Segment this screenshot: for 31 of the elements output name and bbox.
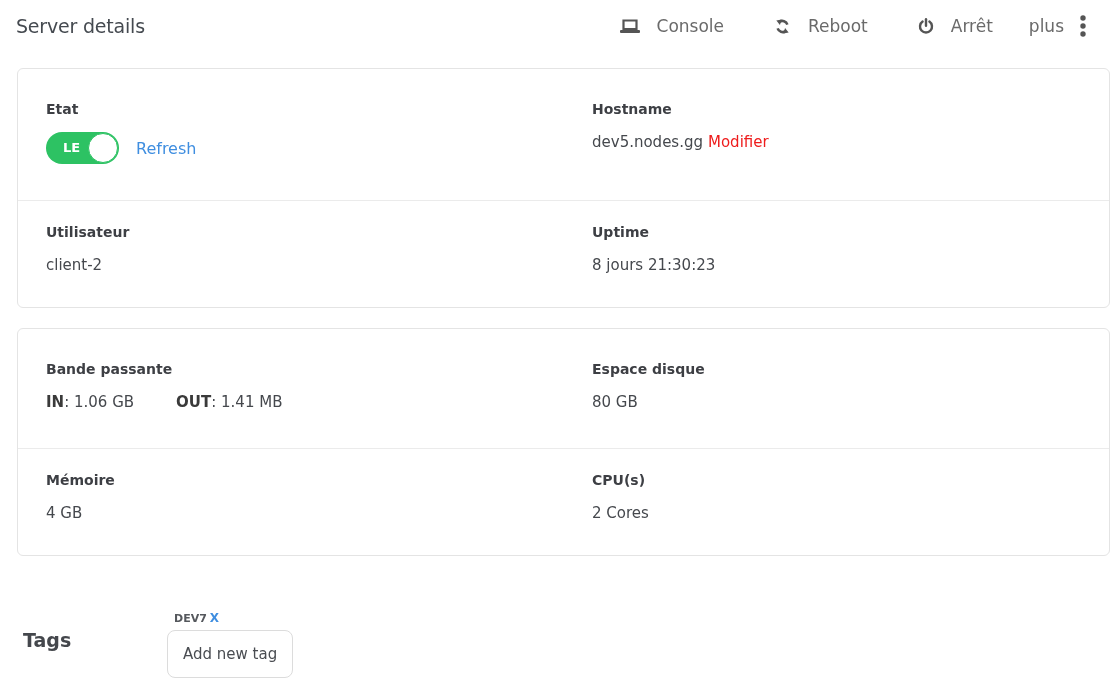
page-title: Server details [16, 15, 145, 37]
more-button[interactable]: plus [1028, 15, 1086, 37]
reboot-button[interactable]: Reboot [774, 15, 868, 37]
laptop-icon [619, 19, 640, 33]
refresh-link[interactable]: Refresh [136, 138, 197, 158]
remove-tag-button[interactable]: X [209, 611, 220, 625]
tags-heading: Tags [23, 628, 72, 651]
hostname-value: dev5.nodes.gg [592, 133, 703, 152]
field-value: 80 GB [592, 393, 638, 412]
field-label: Hostname [592, 101, 672, 118]
field-label: Espace disque [592, 361, 705, 378]
field-value: 4 GB [46, 504, 83, 523]
add-tag-button[interactable]: Add new tag [167, 630, 294, 678]
field-label: Mémoire [46, 472, 115, 489]
power-icon [917, 18, 934, 34]
field-label: Etat [46, 101, 79, 118]
field-label: Bande passante [46, 361, 173, 378]
refresh-icon [774, 17, 791, 35]
field-label: CPU(s) [592, 472, 646, 489]
field-label: Uptime [592, 224, 649, 241]
tag-label: DEV7 [174, 611, 207, 625]
modify-link[interactable]: Modifier [708, 133, 769, 152]
shutdown-button[interactable]: Arrêt [917, 15, 993, 37]
field-value: 2 Cores [592, 504, 649, 523]
console-button[interactable]: Console [619, 15, 724, 37]
bandwidth-value: OUT: 1.41 MB [176, 393, 283, 412]
kebab-menu-icon [1080, 15, 1086, 37]
bandwidth-value: IN: 1.06 GB [46, 393, 135, 412]
field-value: client-2 [46, 256, 103, 275]
field-value: 8 jours 21:30:23 [592, 256, 716, 275]
field-label: Utilisateur [46, 224, 130, 241]
